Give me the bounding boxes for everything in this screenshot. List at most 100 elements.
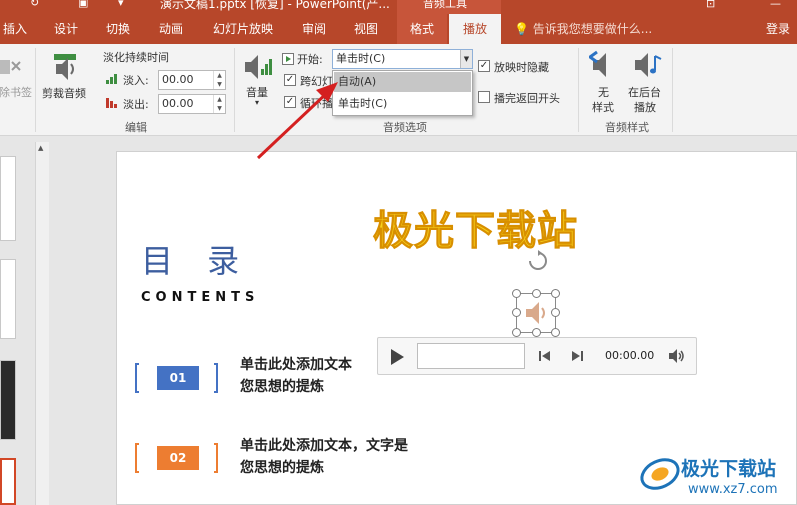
fade-in-icon xyxy=(106,74,117,84)
tab-format[interactable]: 格式 xyxy=(397,14,447,44)
resize-handle[interactable] xyxy=(512,328,521,337)
group-separator xyxy=(672,48,673,132)
fade-in-spinner[interactable]: ▲ ▼ xyxy=(213,71,225,89)
item-text-line2[interactable]: 您思想的提炼 xyxy=(240,377,324,398)
start-play-icon xyxy=(282,53,294,65)
rewind-label: 播完返回开头 xyxy=(494,92,560,105)
tab-view[interactable]: 视图 xyxy=(346,14,386,44)
minimize-icon[interactable]: — xyxy=(770,0,781,10)
fade-in-input[interactable]: 00.00 ▲ ▼ xyxy=(158,70,226,90)
item-bracket-left xyxy=(135,363,139,393)
tell-me-text: 告诉我您想要做什么... xyxy=(532,22,653,36)
tell-me-search[interactable]: 💡 告诉我您想要做什么... xyxy=(514,14,652,44)
item-bracket-right xyxy=(214,443,218,473)
remove-bookmark-label: 除书签 xyxy=(0,86,32,99)
start-label: 开始: xyxy=(297,53,323,66)
trim-audio-label[interactable]: 剪裁音频 xyxy=(42,85,86,101)
fade-out-value: 00.00 xyxy=(162,97,194,110)
hide-while-showing-label: 放映时隐藏 xyxy=(494,61,549,74)
fade-out-icon xyxy=(106,98,117,108)
fade-in-value: 00.00 xyxy=(162,73,194,86)
item-text-line1[interactable]: 单击此处添加文本，文字是 xyxy=(240,436,408,457)
slide-subheading[interactable]: CONTENTS xyxy=(141,290,259,305)
tab-design[interactable]: 设计 xyxy=(46,14,86,44)
fade-duration-title: 淡化持续时间 xyxy=(103,51,169,64)
resize-handle[interactable] xyxy=(551,308,560,317)
skip-back-icon[interactable] xyxy=(539,350,551,362)
play-in-background-icon[interactable] xyxy=(633,50,663,80)
slide-wordart-title[interactable]: 极光下载站 xyxy=(373,198,578,256)
item-number-box[interactable]: 01 xyxy=(157,366,199,390)
watermark-url: www.xz7.com xyxy=(688,482,778,497)
fade-out-label: 淡出: xyxy=(123,98,149,111)
tab-review[interactable]: 审阅 xyxy=(294,14,334,44)
contextual-tab-header: 音频工具 xyxy=(397,0,501,14)
item-text-line1[interactable]: 单击此处添加文本 xyxy=(240,355,352,376)
start-slideshow-icon[interactable]: ▣ xyxy=(78,0,88,9)
contextual-header-label: 音频工具 xyxy=(423,0,467,10)
redo-icon[interactable]: ↻ xyxy=(30,0,39,9)
no-style-label-2: 样式 xyxy=(592,101,614,114)
audio-time: 00:00.00 xyxy=(605,349,655,362)
item-bracket-right xyxy=(214,363,218,393)
fade-out-input[interactable]: 00.00 ▲ ▼ xyxy=(158,94,226,114)
tab-transitions[interactable]: 切换 xyxy=(98,14,138,44)
remove-bookmark-icon[interactable] xyxy=(0,56,22,78)
item-bracket-left xyxy=(135,443,139,473)
thumbnail-scrollbar[interactable]: ▲ xyxy=(35,142,49,505)
lightbulb-icon: 💡 xyxy=(514,22,529,36)
tab-insert[interactable]: 插入 xyxy=(0,14,30,44)
restore-ribbon-icon[interactable]: ⊡ xyxy=(706,0,715,10)
player-volume-icon[interactable] xyxy=(668,349,686,363)
watermark-name: 极光下载站 xyxy=(681,458,777,480)
play-icon[interactable] xyxy=(389,348,405,366)
fade-in-label: 淡入: xyxy=(123,74,149,87)
resize-handle[interactable] xyxy=(532,289,541,298)
tab-slideshow[interactable]: 幻灯片放映 xyxy=(205,14,281,44)
hide-while-showing-checkbox[interactable]: ✓ xyxy=(478,60,490,72)
resize-handle[interactable] xyxy=(551,328,560,337)
login-link[interactable]: 登录 xyxy=(766,14,790,44)
tab-playback[interactable]: 播放 xyxy=(449,14,501,44)
audio-player-bar: 00:00.00 xyxy=(377,337,697,375)
watermark-logo-icon xyxy=(640,458,680,490)
audio-seek-bar[interactable] xyxy=(417,343,525,369)
dropdown-option-on-click[interactable]: 单击时(C) xyxy=(334,94,471,114)
title-bar: ↻ ▣ ▾ 演示文稿1.pptx [恢复] - PowerPoint(产... … xyxy=(0,0,797,14)
resize-handle[interactable] xyxy=(551,289,560,298)
start-combo-value: 单击时(C) xyxy=(336,52,386,65)
resize-handle[interactable] xyxy=(512,289,521,298)
slide-thumbnail[interactable] xyxy=(0,156,16,241)
start-combo-dropdown-icon[interactable]: ▼ xyxy=(460,50,472,68)
group-label-edit: 编辑 xyxy=(125,121,147,134)
slide-thumbnail-selected[interactable] xyxy=(0,458,16,505)
scroll-up-icon[interactable]: ▲ xyxy=(38,144,43,152)
audio-speaker-icon[interactable] xyxy=(520,297,552,329)
no-style-icon[interactable] xyxy=(589,50,617,80)
item-text-line2[interactable]: 您思想的提炼 xyxy=(240,458,324,479)
tab-animations[interactable]: 动画 xyxy=(151,14,191,44)
resize-handle[interactable] xyxy=(512,308,521,317)
start-combo[interactable]: 单击时(C) ▼ xyxy=(332,49,473,69)
trim-audio-icon[interactable] xyxy=(50,52,80,82)
dropdown-option-auto[interactable]: 自动(A) xyxy=(334,72,471,92)
group-separator xyxy=(578,48,579,132)
group-label-audio-styles: 音频样式 xyxy=(605,121,649,134)
resize-handle[interactable] xyxy=(532,328,541,337)
item-number-box[interactable]: 02 xyxy=(157,446,199,470)
skip-forward-icon[interactable] xyxy=(571,350,583,362)
slide-thumbnail[interactable] xyxy=(0,259,16,339)
rewind-checkbox[interactable] xyxy=(478,91,490,103)
play-in-background-label-2: 播放 xyxy=(634,101,656,114)
slide-heading[interactable]: 目 录 xyxy=(141,236,251,282)
start-options-dropdown: 自动(A) 单击时(C) xyxy=(332,70,473,116)
window-title: 演示文稿1.pptx [恢复] - PowerPoint(产... xyxy=(160,0,390,11)
play-in-background-label-1: 在后台 xyxy=(628,86,661,99)
qat-more-icon[interactable]: ▾ xyxy=(118,0,124,9)
group-separator xyxy=(234,48,235,132)
fade-out-spinner[interactable]: ▲ ▼ xyxy=(213,95,225,113)
no-style-label-1: 无 xyxy=(598,86,609,99)
rotate-handle-icon[interactable] xyxy=(526,249,550,273)
slide-thumbnail[interactable] xyxy=(0,360,16,440)
group-label-audio-options: 音频选项 xyxy=(383,121,427,134)
